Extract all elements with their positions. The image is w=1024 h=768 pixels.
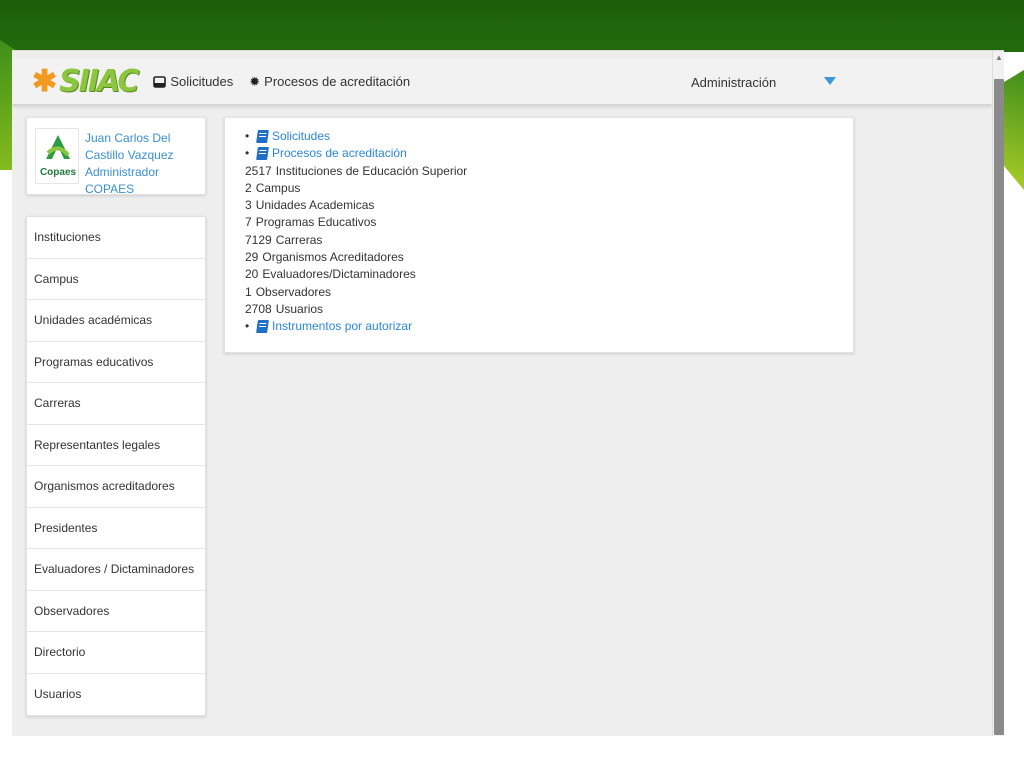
app-window: ✱ SIIAC Solicitudes ✹ Procesos de acredi… xyxy=(12,50,1004,736)
stat-count: 3 xyxy=(245,198,252,213)
stat-label: Evaluadores/Dictaminadores xyxy=(262,267,416,282)
inbox-icon xyxy=(153,75,167,88)
sidebar-item-carreras[interactable]: Carreras xyxy=(27,383,205,425)
stat-row: 2708 Usuarios xyxy=(245,301,853,318)
scroll-up-arrow-icon[interactable]: ▲ xyxy=(993,51,1004,65)
stat-row: 7129 Carreras xyxy=(245,232,853,249)
stat-count: 7 xyxy=(245,215,252,230)
stat-count: 20 xyxy=(245,267,259,282)
stat-label: Carreras xyxy=(275,232,323,247)
top-navbar: ✱ SIIAC Solicitudes ✹ Procesos de acredi… xyxy=(12,59,992,105)
caret-down-icon[interactable] xyxy=(824,77,836,85)
user-name[interactable]: Juan Carlos Del Castillo Vazquez Adminis… xyxy=(85,130,205,198)
nav-procesos[interactable]: ✹ Procesos de acreditación xyxy=(249,74,410,90)
bullet: • xyxy=(245,146,250,161)
siiac-logo[interactable]: ✱ SIIAC xyxy=(32,62,139,102)
link-instrumentos[interactable]: • Instrumentos por autorizar xyxy=(245,318,853,335)
stat-count: 2517 xyxy=(245,163,272,178)
sidebar-item-campus[interactable]: Campus xyxy=(27,259,205,300)
gear-icon: ✹ xyxy=(249,73,261,89)
scrollbar-thumb[interactable] xyxy=(994,79,1004,735)
sidebar-item-instituciones[interactable]: Instituciones xyxy=(27,217,205,259)
sidebar-item-representantes-legales[interactable]: Representantes legales xyxy=(27,425,205,466)
stat-row: 1 Observadores xyxy=(245,284,853,301)
user-card: Copaes Juan Carlos Del Castillo Vazquez … xyxy=(26,117,206,198)
stat-label: Instituciones de Educación Superior xyxy=(275,163,468,178)
asterisk-logo-icon: ✱ xyxy=(32,64,58,98)
stat-label: Unidades Academicas xyxy=(255,198,375,213)
link-solicitudes-label[interactable]: Solicitudes xyxy=(272,128,330,145)
stat-count: 1 xyxy=(245,284,252,299)
book-icon xyxy=(256,320,269,334)
sidebar-item-evaluadores[interactable]: Evaluadores / Dictaminadores xyxy=(27,549,205,591)
sidebar-menu: Instituciones Campus Unidades académicas… xyxy=(26,216,206,716)
stat-count: 7129 xyxy=(245,232,272,247)
sidebar-item-observadores[interactable]: Observadores xyxy=(27,591,205,632)
nav-administracion[interactable]: Administración xyxy=(691,59,776,105)
sidebar-item-organismos-acreditadores[interactable]: Organismos acreditadores xyxy=(27,466,205,508)
nav-administracion-label: Administración xyxy=(691,74,777,90)
summary-panel: • Solicitudes • Procesos de acreditación… xyxy=(224,117,854,353)
slide-header-band xyxy=(0,0,1024,52)
link-procesos[interactable]: • Procesos de acreditación xyxy=(245,145,853,162)
link-instrumentos-label[interactable]: Instrumentos por autorizar xyxy=(272,318,412,335)
slide-footer xyxy=(0,736,1024,768)
nav-solicitudes-label: Solicitudes xyxy=(170,74,234,89)
stat-count: 2 xyxy=(245,180,252,195)
sidebar-item-programas-educativos[interactable]: Programas educativos xyxy=(27,342,205,383)
stat-label: Campus xyxy=(255,180,301,195)
app-content: ✱ SIIAC Solicitudes ✹ Procesos de acredi… xyxy=(12,51,992,736)
bullet: • xyxy=(245,129,250,143)
copaes-logo-word: Copaes xyxy=(39,167,77,178)
stat-label: Programas Educativos xyxy=(255,215,377,230)
link-solicitudes[interactable]: • Solicitudes xyxy=(245,128,853,145)
sidebar-item-presidentes[interactable]: Presidentes xyxy=(27,508,205,549)
stat-count: 29 xyxy=(245,250,259,265)
stat-count: 2708 xyxy=(245,301,272,316)
stat-label: Organismos Acreditadores xyxy=(262,250,404,265)
bullet: • xyxy=(245,319,250,334)
stat-label: Observadores xyxy=(255,284,332,299)
logo-text: SIIAC xyxy=(59,64,139,99)
sidebar-item-directorio[interactable]: Directorio xyxy=(27,632,205,674)
link-procesos-label[interactable]: Procesos de acreditación xyxy=(272,145,407,162)
sidebar-item-usuarios[interactable]: Usuarios xyxy=(27,674,205,716)
stat-label: Usuarios xyxy=(275,301,324,316)
stat-row: 2 Campus xyxy=(245,180,853,197)
copaes-mark-icon xyxy=(46,135,70,159)
sidebar-item-unidades-academicas[interactable]: Unidades académicas xyxy=(27,300,205,342)
stat-row: 29 Organismos Acreditadores xyxy=(245,249,853,266)
book-icon xyxy=(256,130,269,144)
book-icon xyxy=(256,147,269,161)
vertical-scrollbar[interactable]: ▲ xyxy=(992,51,1004,736)
stat-row: 3 Unidades Academicas xyxy=(245,197,853,214)
stat-row: 20 Evaluadores/Dictaminadores xyxy=(245,266,853,283)
stat-row: 7 Programas Educativos xyxy=(245,214,853,231)
stat-row: 2517 Instituciones de Educación Superior xyxy=(245,163,853,180)
copaes-logo: Copaes xyxy=(35,128,79,184)
nav-solicitudes[interactable]: Solicitudes xyxy=(153,74,233,89)
nav-procesos-label: Procesos de acreditación xyxy=(264,74,411,89)
